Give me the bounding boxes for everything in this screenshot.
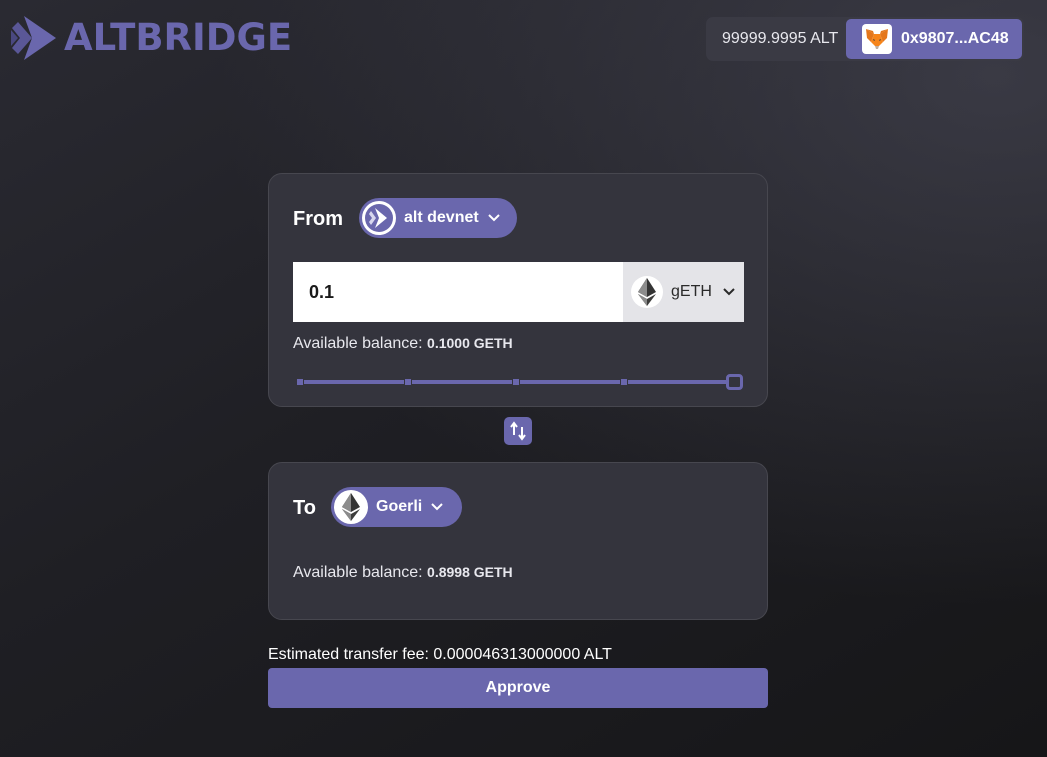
ethereum-icon [334, 490, 368, 524]
from-label: From [293, 208, 343, 230]
chevron-down-icon [487, 214, 500, 222]
available-balance-label: Available balance: [293, 564, 423, 581]
available-balance-value: 0.8998 GETH [427, 564, 513, 580]
amount-row: gETH [293, 262, 744, 322]
token-select[interactable]: gETH [623, 262, 744, 322]
swap-direction-button[interactable] [504, 417, 532, 445]
to-network-select[interactable]: Goerli [331, 487, 462, 527]
chevron-down-icon [431, 503, 443, 511]
alt-devnet-icon [362, 201, 396, 235]
swap-arrows-icon [510, 421, 526, 441]
wallet-balance: 99999.9995 ALT [722, 30, 839, 47]
from-card: From alt devnet gETH [268, 173, 768, 407]
approve-button[interactable]: Approve [268, 668, 768, 708]
wallet-widget: 99999.9995 ALT 0x9807...AC48 [706, 17, 1024, 61]
from-network-select[interactable]: alt devnet [359, 198, 517, 238]
slider-step-mark[interactable] [620, 378, 628, 386]
logo-text: ALTBRIDGE [64, 16, 293, 59]
slider-step-mark[interactable] [296, 378, 304, 386]
account-button[interactable]: 0x9807...AC48 [846, 19, 1022, 59]
from-available-balance: Available balance: 0.1000 GETH [293, 335, 513, 353]
slider-handle[interactable] [726, 374, 743, 390]
amount-slider[interactable] [296, 374, 744, 392]
ethereum-icon [631, 276, 663, 308]
altbridge-logo: ALTBRIDGE [10, 14, 292, 62]
to-label: To [293, 497, 316, 519]
available-balance-label: Available balance: [293, 335, 423, 352]
altbridge-logo-icon [11, 16, 56, 60]
metamask-fox-icon [862, 24, 892, 54]
slider-step-mark[interactable] [404, 378, 412, 386]
chevron-down-icon [723, 288, 735, 296]
to-available-balance: Available balance: 0.8998 GETH [293, 564, 513, 582]
account-address: 0x9807...AC48 [901, 30, 1009, 47]
to-network-name: Goerli [376, 498, 423, 515]
token-name: gETH [671, 283, 712, 300]
from-network-name: alt devnet [404, 209, 479, 226]
estimated-fee-text: Estimated transfer fee: 0.00004631300000… [268, 646, 612, 663]
slider-step-mark[interactable] [512, 378, 520, 386]
to-card: To Goerli Available balance: 0.8998 GETH [268, 462, 768, 620]
amount-input[interactable] [293, 262, 623, 322]
available-balance-value: 0.1000 GETH [427, 335, 513, 351]
